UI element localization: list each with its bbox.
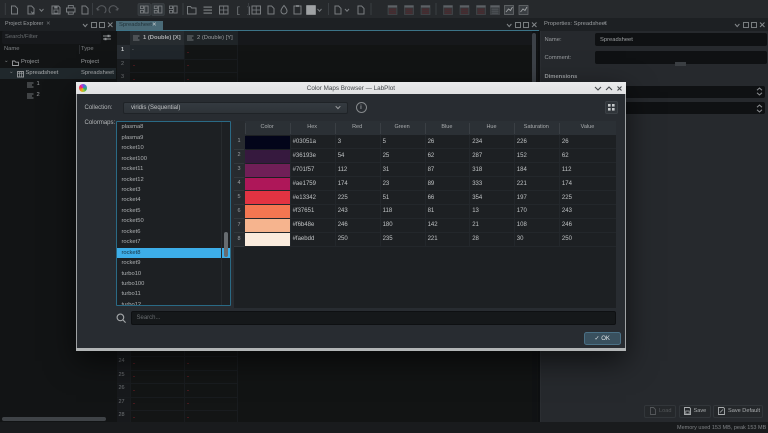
svg-text:[ ]: [ ] <box>236 6 252 16</box>
